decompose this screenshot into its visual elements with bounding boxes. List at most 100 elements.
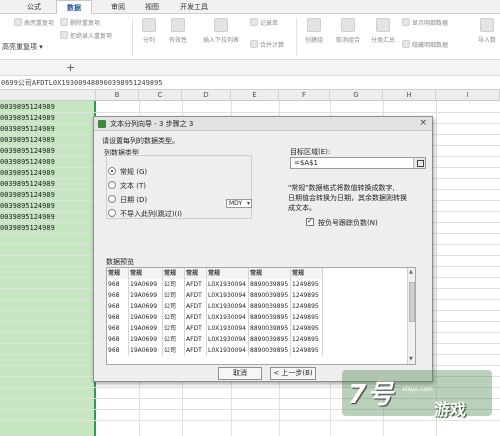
cell-a3[interactable]: 0039895124989 <box>0 124 95 135</box>
formula-bar[interactable]: 0699公司AFDTL0X193009488900398951249895 <box>0 76 500 90</box>
consolidate-button[interactable]: 合并计算 <box>250 40 284 51</box>
preview-header[interactable]: 常规 <box>207 268 249 279</box>
create-group-button[interactable]: 创建组 <box>300 18 328 44</box>
radio-general[interactable] <box>108 167 116 175</box>
consolidate-icon <box>250 40 258 48</box>
close-icon[interactable]: × <box>419 118 427 128</box>
ungroup-button[interactable]: 取消组合 <box>332 18 364 44</box>
delete-dup-icon <box>60 18 68 26</box>
scroll-up-icon[interactable]: ▲ <box>409 269 413 275</box>
column-header-f[interactable]: F <box>279 90 330 101</box>
preview-cell: 1249895 <box>291 279 323 290</box>
highlight-icon <box>14 18 22 26</box>
preview-cell: L0X1930094 <box>207 290 249 301</box>
cell-a1[interactable]: 0039895124989 <box>0 102 95 113</box>
show-detail-button[interactable]: 显示明细数据 <box>402 18 448 29</box>
show-detail-label: 显示明细数据 <box>412 20 449 27</box>
column-header-d[interactable]: D <box>182 90 231 101</box>
preview-cell: 公司 <box>163 323 185 334</box>
column-header-c[interactable]: C <box>139 90 182 101</box>
preview-header[interactable]: 常规 <box>163 268 185 279</box>
preview-cell: AFDT <box>185 334 207 345</box>
split-label: 分列 <box>142 37 155 44</box>
cancel-button[interactable]: 取消 <box>218 367 262 380</box>
split-column-button[interactable]: 分列 <box>138 18 160 44</box>
data-preview-table[interactable]: 常规 常规 常规 常规 常规 常规 常规 968 19A0699 公司 AFDT… <box>106 267 416 365</box>
radio-general-label: 常规 (G) <box>120 168 148 176</box>
preview-cell: 8890039895 <box>249 301 291 312</box>
preview-cell: 19A0699 <box>129 323 163 334</box>
group-label: 创建组 <box>304 37 323 44</box>
tab-view[interactable]: 视图 <box>140 0 164 14</box>
tab-formulas[interactable]: 公式 <box>22 0 46 14</box>
scroll-thumb[interactable] <box>409 282 415 322</box>
target-area-value: =$A$1 <box>294 159 319 167</box>
cell-a9[interactable]: 0039895124989 <box>0 190 95 201</box>
tab-data[interactable]: 数据 <box>56 0 92 14</box>
record-icon <box>250 18 258 26</box>
cell-a5[interactable]: 0039895124989 <box>0 146 95 157</box>
preview-header[interactable]: 常规 <box>129 268 163 279</box>
subtotal-button[interactable]: 分类汇总 <box>368 18 398 44</box>
cell-a8[interactable]: 0039895124989 <box>0 179 95 190</box>
cell-a10[interactable]: 0039895124989 <box>0 201 95 212</box>
cell-a7[interactable]: 0039895124989 <box>0 168 95 179</box>
radio-date[interactable] <box>108 195 116 203</box>
general-format-note-2: 日期值会转换为日期，其余数据则转换 <box>288 194 407 202</box>
range-picker-icon[interactable] <box>413 158 425 168</box>
target-area-input[interactable]: =$A$1 <box>290 157 426 169</box>
preview-scrollbar[interactable]: ▲ ▼ <box>407 268 415 364</box>
record-form-button[interactable]: 记录单 <box>250 18 278 29</box>
instruction-text: 请设置每列的数据类型。 <box>102 137 179 145</box>
preview-cell: 19A0699 <box>129 312 163 323</box>
radio-skip[interactable] <box>108 209 116 217</box>
import-data-button[interactable]: 导入数 <box>474 18 500 44</box>
validity-button[interactable]: 有效性 <box>163 18 193 44</box>
preview-cell: 8890039895 <box>249 323 291 334</box>
add-sheet-icon[interactable]: + <box>66 61 75 74</box>
radio-text[interactable] <box>108 181 116 189</box>
preview-header[interactable]: 常规 <box>249 268 291 279</box>
preview-header[interactable]: 常规 <box>291 268 323 279</box>
cell-a4[interactable]: 0039895124989 <box>0 135 95 146</box>
dropdown-list-icon <box>214 18 228 32</box>
highlight-dup-menu[interactable]: 高亮重复项 ▾ <box>2 42 43 52</box>
insert-dropdown-button[interactable]: 插入下拉列表 <box>198 18 244 44</box>
delete-duplicates-button[interactable]: 删除重复项 <box>60 18 100 29</box>
column-header-i[interactable]: I <box>436 90 500 101</box>
preview-cell: 19A0699 <box>129 290 163 301</box>
preview-cell: 1249895 <box>291 334 323 345</box>
preview-cell: AFDT <box>185 290 207 301</box>
preview-header[interactable]: 常规 <box>185 268 207 279</box>
cell-a12[interactable]: 0039895124989 <box>0 223 95 234</box>
cell-a6[interactable]: 0039895124989 <box>0 157 95 168</box>
preview-cell: L0X1930094 <box>207 312 249 323</box>
preview-cell: AFDT <box>185 345 207 356</box>
dialog-title: 文本分列向导 - 3 步骤之 3 <box>110 120 194 128</box>
ungroup-icon <box>341 18 355 32</box>
preview-cell: 968 <box>107 312 129 323</box>
hide-detail-button[interactable]: 隐藏明细数据 <box>402 40 448 51</box>
date-format-select[interactable]: MDY <box>226 199 252 208</box>
column-header-a[interactable] <box>0 90 96 101</box>
negative-sign-checkbox[interactable] <box>306 217 314 226</box>
dialog-titlebar[interactable]: 文本分列向导 - 3 步骤之 3 × <box>94 117 432 131</box>
cell-a2[interactable]: 0039895124989 <box>0 113 95 124</box>
column-header-g[interactable]: G <box>330 90 383 101</box>
cell-a11[interactable]: 0039895124989 <box>0 212 95 223</box>
watermark-url: xlayx.com <box>402 386 433 393</box>
preview-cell: 8890039895 <box>249 345 291 356</box>
tab-review[interactable]: 审阅 <box>106 0 130 14</box>
show-detail-icon <box>402 18 410 26</box>
highlight-duplicates-button[interactable]: 高亮重复项 <box>14 18 54 29</box>
preview-cell: AFDT <box>185 323 207 334</box>
preview-header[interactable]: 常规 <box>107 268 129 279</box>
reject-duplicates-button[interactable]: 拒绝录入重复项 <box>60 31 112 42</box>
tab-developer[interactable]: 开发工具 <box>174 0 214 14</box>
column-header-b[interactable]: B <box>96 90 139 101</box>
column-header-h[interactable]: H <box>383 90 436 101</box>
back-button[interactable]: < 上一步(B) <box>270 367 316 380</box>
column-header-e[interactable]: E <box>231 90 279 101</box>
record-label: 记录单 <box>260 20 279 27</box>
preview-cell: L0X1930094 <box>207 334 249 345</box>
